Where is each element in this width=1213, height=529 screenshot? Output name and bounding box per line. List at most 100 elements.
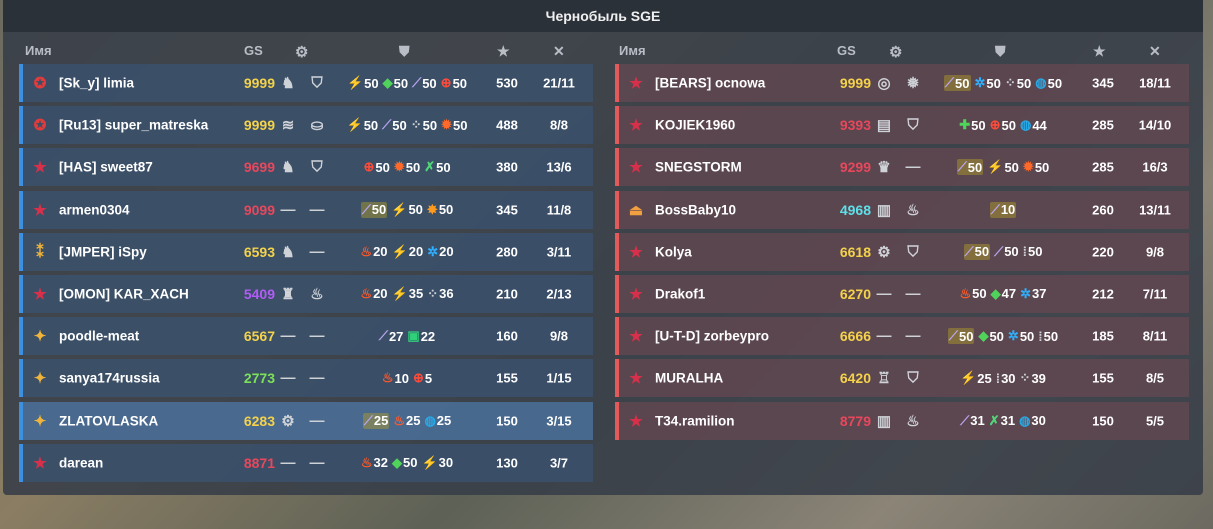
target-icon: ⊕ [363,159,375,175]
target-rings-icon: ◎ [877,75,891,92]
player-row[interactable]: ★ [HAS] sweet87 9699 ♞ ⛉ ⊕ 50 ✹ 50 ✗ 50 380 13/6 [19,148,593,187]
speed-icon: ⚡ [391,201,408,217]
player-row[interactable]: ★ KOJIEK1960 9393 ▤ ⛉ ✚ 50 ⊕ 50 ◍ 44 285 14/10 [615,106,1189,145]
supply-item: ⊕ 5 [413,370,432,386]
kills-deaths: 3/7 [549,455,569,471]
kills-deaths: 18/11 [1139,75,1171,91]
player-name: [BEARS] ocnowa [655,75,766,91]
kills-deaths: 5/5 [1145,413,1165,428]
dots-icon: ⁞ [1022,244,1028,260]
player-row[interactable]: ★ [U-T-D] zorbeypro 6666— — ⟋ 50 ◆ 50 ✲ 50 ⁞ 50 185 8… [615,317,1189,356]
supply-item: ⁘ 50 [1005,75,1031,91]
supply-item: ⁘ 36 [427,286,453,302]
supply-count: 50 [392,117,407,133]
player-row[interactable]: ★ darean 8871 — — ♨ 32 ◆ 50 ⚡ 30 130 3/7 [19,443,593,482]
player-row[interactable]: ✪ [Ru13] super_matreska 9999 ≋ ⛀ ⚡ 50 ⟋ 50 ⁘ 50 ✹ 50… [19,106,593,145]
supply-item: ⟋ 31 [960,413,985,429]
bars-icon: ▥ [876,201,892,219]
supply-count: 50 [408,202,423,218]
player-row[interactable]: ★ Drakof1 6270 — — ♨ 50 ◆ 47 ✲ 37 212 7/11 [615,274,1189,313]
player-row[interactable]: ✦ ZLATOVLASKA 6283 ⚙ — ⟋ 25 ♨ 25 ◍ 25 150 3/15 [19,401,593,440]
player-score: 488 [496,117,518,133]
dd-icon: ⟋ [361,201,371,217]
supply-item: ◆ 50 [978,328,1003,344]
empty-slot: — [905,327,921,345]
gear-icon: ⚙ [877,243,891,261]
dd-icon: ⟋ [964,243,974,259]
player-row[interactable]: ★ [OMON] KAR_XACH 5409 ♜ ♨ ♨ 20 ⚡ 35 ⁘ 36 210 2/13 [19,274,593,313]
gear-score: 9999 [243,117,275,134]
team-blue-rows: ✪ [Sk_y] limia 9999 ♞ ⛉ ⚡ 50 ◆ 50 ⟋ 50 ⊕ 50 530 21/11 ✪… [19,64,593,482]
freeze-icon: ✲ [427,243,439,259]
supplies-list: ⟋ 50 ⟋ 50 ⁞ 50 [928,243,1078,260]
supply-item: ⁞ 50 [1038,328,1058,344]
card-icon: ▤ [876,117,892,135]
supply-item: ✹ 50 [1023,159,1049,175]
kills-header-icon: ✕ [1149,43,1161,59]
player-row[interactable]: ⁑ [JMPER] iSpy 6593 ♞ — ♨ 20 ⚡ 20 ✲ 20 280 3/11 [19,232,593,271]
rank-star-icon: ★ [629,285,643,303]
speed-icon: ⚡ [346,117,363,133]
rank-star-icon: ★ [629,370,643,388]
player-row[interactable]: ✦ sanya174russia 2773 — — ♨ 10 ⊕ 5 155 1/15 [19,359,593,398]
gear-score: 9299 [839,159,871,176]
player-row[interactable]: ★ [BEARS] ocnowa 9999 ◎ ❅ ⟋ 50 ✲ 50 ⁘ 50 ◍ 50 345 18/1… [615,64,1189,102]
supply-item: ▣ 22 [407,328,435,344]
gear-score: 6593 [243,243,275,260]
rank-small-icon: ✦ [33,412,47,430]
team-red: Имя GS ⚙ ⛊ ★ ✕ ★ [BEARS] ocnowa 9999 ◎ ❅ ⟋ 50 ✲… [615,38,1189,444]
supply-count: 25 [977,370,992,386]
shield-icon: ⛉ [311,74,323,92]
supply-count: 31 [1000,413,1016,428]
empty-slot: — [309,201,325,219]
bars-icon: ▥ [876,412,892,430]
player-row[interactable]: ✪ [Sk_y] limia 9999 ♞ ⛉ ⚡ 50 ◆ 50 ⟋ 50 ⊕ 50 530 21/11 [19,64,593,102]
gear-score: 9699 [243,159,275,176]
supply-count: 20 [439,244,454,260]
scoreboard-panel: Чернобыль SGE Имя GS ⚙ ⛊ ★ ✕ ✪ [Sk_y] lim… [3,0,1203,495]
supplies-list: ♨ 32 ◆ 50 ⚡ 30 [332,455,482,471]
player-row[interactable]: ★ SNEGSTORM 9299 ♛ — ⟋ 50 ⚡ 50 ✹ 50 285 16/3 [615,148,1189,187]
player-score: 345 [1092,75,1114,91]
kills-deaths: 21/11 [543,75,575,91]
empty-slot: — [309,412,325,429]
rank-star-icon: ★ [629,412,643,430]
cycle-icon: ◍ [1035,75,1047,90]
gear-score: 5409 [243,285,275,302]
supply-item: ◍ 30 [1019,413,1046,429]
supply-item: ♨ 20 [360,286,387,302]
player-row[interactable]: ★ Kolya 6618 ⚙ ⛉ ⟋ 50 ⟋ 50 ⁞ 50 220 9/8 [615,232,1189,271]
player-name: MURALHA [655,370,724,386]
gear-icon: ⚙ [295,44,309,61]
supplies-list: ⟋ 50 ◆ 50 ✲ 50 ⁞ 50 [928,328,1078,345]
speed-icon: ⚡ [391,285,408,301]
cycle-icon: ◍ [1019,117,1032,133]
kills-deaths: 13/11 [1139,202,1171,218]
player-row[interactable]: ★ MURALHA 6420 ♖ ⛉ ⚡ 25 ⁞ 30 ⁘ 39 155 8/5 [615,359,1189,398]
player-row[interactable]: ✦ poodle-meat 6567 — — ⟋ 27 ▣ 22 160 9/8 [19,317,593,356]
empty-slot: — [309,454,325,472]
target-icon: ⊕ [412,370,424,386]
player-row[interactable]: ⏏ BossBaby10 4968 ▥ ♨ ⟋ 10 260 13/11 [615,190,1189,229]
kills-deaths: 11/8 [546,202,572,218]
snowflake-icon: ❅ [906,75,920,92]
kills-deaths: 16/3 [1142,159,1168,175]
player-name: [Ru13] super_matreska [59,117,209,133]
player-row[interactable]: ★ armen0304 9099— — ⟋ 50 ⚡ 50 ✸ 50 345 11/8 [19,190,593,229]
team-blue-header: Имя GS ⚙ ⛊ ★ ✕ [19,38,593,64]
speed-icon: ⚡ [346,75,364,90]
supply-count: 50 [403,455,418,471]
cluster-icon: ⁘ [410,117,422,133]
supply-item: ♨ 25 [393,413,420,429]
rank-pyramid-icon: ⏏ [628,201,644,219]
supply-item: ⟋ 10 [989,201,1017,218]
player-row[interactable]: ★ T34.ramilion 8779 ▥ ♨ ⟋ 31 ✗ 31 ◍ 30 150 5/5 [615,401,1189,440]
player-name: KOJIEK1960 [655,117,736,133]
gear-icon: ⚙ [889,44,903,61]
supply-item: ⚡ 25 [960,370,992,386]
player-score: 260 [1092,202,1114,218]
supply-count: 50 [974,244,990,260]
rank-star-icon: ★ [629,75,643,92]
supply-item: ◆ 47 [991,286,1016,302]
player-score: 130 [496,455,518,471]
